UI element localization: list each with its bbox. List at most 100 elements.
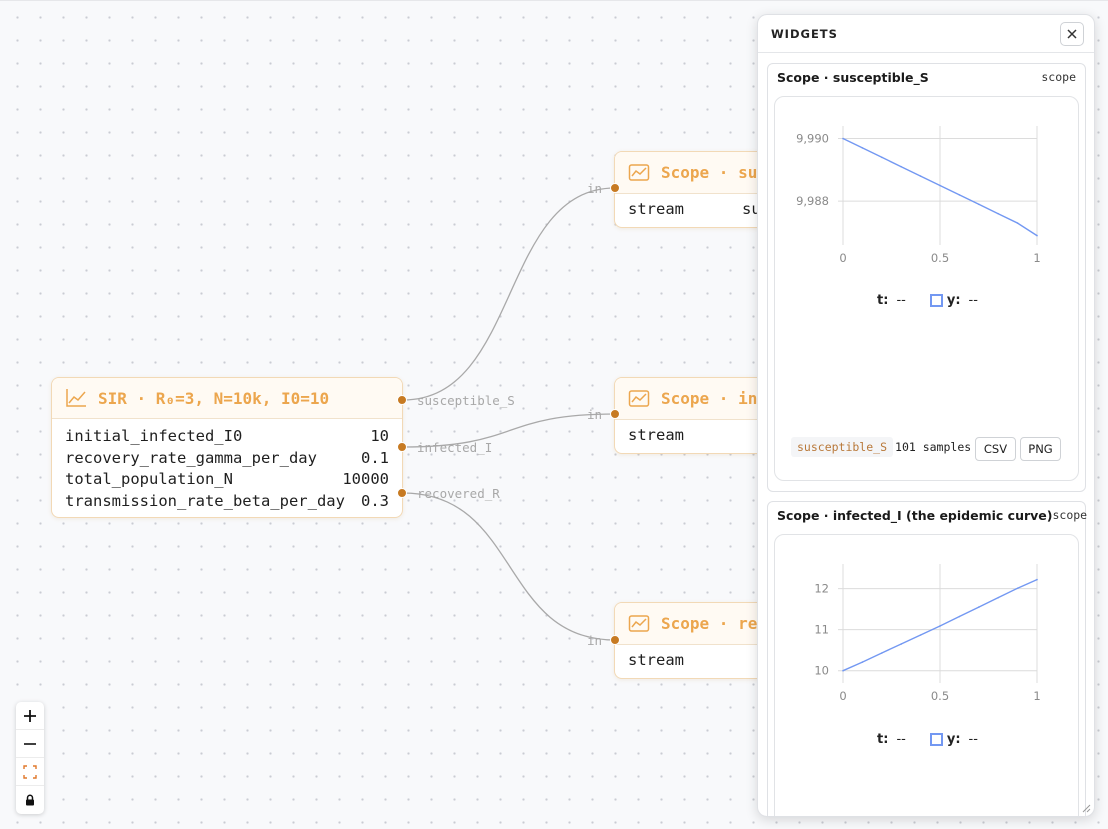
widgets-panel: WIDGETS Scope · susceptible_S scope 0 0.5… bbox=[757, 14, 1095, 817]
data-point bbox=[861, 147, 864, 149]
data-point bbox=[997, 212, 999, 215]
node-title: Scope · su bbox=[661, 163, 758, 182]
csv-button[interactable]: CSV bbox=[975, 437, 1016, 461]
data-point bbox=[881, 156, 883, 159]
zoom-out-button[interactable] bbox=[16, 730, 44, 758]
output-port-infected[interactable] bbox=[397, 442, 407, 452]
data-point bbox=[900, 165, 902, 168]
stream-key: stream bbox=[628, 651, 684, 669]
param-value: 10 bbox=[370, 427, 389, 445]
y-label: y: bbox=[946, 293, 961, 308]
plus-icon bbox=[24, 709, 36, 722]
y-tick-label: 9,988 bbox=[796, 194, 829, 208]
widget-kind: scope bbox=[1052, 508, 1088, 522]
input-port[interactable] bbox=[610, 409, 620, 419]
data-point bbox=[1016, 587, 1019, 590]
param-value: 0.3 bbox=[361, 492, 389, 511]
output-port-label: infected_I bbox=[417, 440, 493, 455]
series-swatch[interactable] bbox=[929, 294, 943, 307]
x-tick-label: 0 bbox=[839, 251, 846, 265]
close-button[interactable] bbox=[1060, 21, 1084, 46]
param-name: transmission_rate_beta_per_day bbox=[65, 492, 345, 511]
y-tick-label: 10 bbox=[814, 664, 829, 678]
series-info: susceptible_S 101 samples bbox=[791, 437, 971, 457]
node-header[interactable]: SIR · R₀=3, N=10k, I0=10 bbox=[52, 378, 402, 419]
param-row[interactable]: initial_infected_I0 10 bbox=[65, 426, 389, 448]
data-point bbox=[861, 661, 864, 663]
series-swatch[interactable] bbox=[929, 733, 943, 746]
data-point bbox=[939, 625, 941, 627]
param-name: recovery_rate_gamma_per_day bbox=[65, 448, 317, 467]
fit-view-button[interactable] bbox=[16, 758, 44, 786]
data-point bbox=[919, 634, 922, 636]
input-port-label: in bbox=[587, 633, 603, 648]
edge-susceptible[interactable] bbox=[402, 187, 616, 401]
widget-header: Scope · susceptible_S scope bbox=[768, 64, 1085, 90]
data-point bbox=[842, 137, 844, 140]
line-chart[interactable]: 0 0.5 1 9,990 9,988 bbox=[775, 97, 1078, 272]
output-port-label: recovered_R bbox=[417, 486, 500, 501]
canvas-controls bbox=[16, 702, 44, 814]
edge-recovered[interactable] bbox=[402, 492, 616, 641]
input-port-label: in bbox=[587, 181, 603, 196]
zoom-in-button[interactable] bbox=[16, 702, 44, 730]
node-title: Scope · re bbox=[661, 614, 758, 633]
panel-title: WIDGETS bbox=[771, 26, 838, 41]
widget-title: Scope · infected_I (the epidemic curve) bbox=[777, 507, 1053, 523]
chart-card: 0 0.5 1 12 11 10 t: -- y: -- bbox=[774, 534, 1080, 816]
node-title: SIR · R₀=3, N=10k, I0=10 bbox=[98, 388, 330, 408]
x-tick-label: 0.5 bbox=[931, 689, 949, 703]
data-point bbox=[1016, 222, 1019, 224]
param-value: 10000 bbox=[342, 470, 389, 489]
param-name: initial_infected_I0 bbox=[65, 427, 243, 445]
x-tick-label: 1 bbox=[1033, 251, 1040, 265]
png-button[interactable]: PNG bbox=[1020, 437, 1061, 461]
cursor-readout: t: -- y: -- bbox=[775, 293, 1080, 308]
param-value: 0.1 bbox=[361, 448, 389, 467]
data-point bbox=[978, 606, 980, 608]
data-point bbox=[842, 669, 844, 672]
widget-kind: scope bbox=[1041, 70, 1076, 84]
output-port-recovered[interactable] bbox=[397, 488, 407, 498]
param-name: total_population_N bbox=[65, 470, 233, 489]
series-chip: susceptible_S bbox=[791, 437, 894, 457]
param-row[interactable]: total_population_N 10000 bbox=[65, 469, 389, 491]
input-port-label: in bbox=[587, 407, 603, 422]
param-row[interactable]: transmission_rate_beta_per_day 0.3 bbox=[65, 491, 389, 513]
stream-key: stream bbox=[628, 426, 684, 444]
sample-count: 101 samples bbox=[895, 440, 972, 454]
input-port[interactable] bbox=[610, 183, 620, 193]
chart-card: 0 0.5 1 9,990 9,988 t: -- y: -- susceptible_… bbox=[774, 96, 1079, 481]
t-value: -- bbox=[896, 732, 906, 747]
stream-key: stream bbox=[628, 200, 684, 218]
scope-widget-infected: Scope · infected_I (the epidemic curve) … bbox=[767, 501, 1088, 816]
data-point bbox=[978, 203, 980, 206]
chart-line-icon bbox=[66, 389, 86, 407]
data-point bbox=[958, 194, 961, 196]
scope-icon bbox=[628, 389, 650, 407]
data-point bbox=[997, 596, 999, 599]
y-tick-label: 12 bbox=[814, 582, 829, 596]
input-port[interactable] bbox=[610, 635, 620, 645]
x-tick-label: 0 bbox=[839, 689, 846, 703]
x-tick-label: 0.5 bbox=[931, 251, 949, 265]
data-point bbox=[1036, 234, 1038, 237]
resize-handle-icon[interactable] bbox=[1081, 803, 1091, 813]
t-label: t: bbox=[877, 732, 889, 747]
sir-model-node[interactable]: SIR · R₀=3, N=10k, I0=10 initial_infecte… bbox=[51, 377, 403, 518]
scope-icon bbox=[628, 163, 650, 181]
data-point bbox=[939, 184, 941, 187]
scope-icon bbox=[628, 614, 650, 632]
param-row[interactable]: recovery_rate_gamma_per_day 0.1 bbox=[65, 448, 389, 470]
output-port-susceptible[interactable] bbox=[397, 395, 407, 405]
data-point bbox=[1036, 578, 1038, 581]
param-list: initial_infected_I0 10 recovery_rate_gam… bbox=[52, 419, 402, 519]
lock-button[interactable] bbox=[16, 786, 44, 814]
line-chart[interactable]: 0 0.5 1 12 11 10 bbox=[775, 535, 1078, 710]
data-point bbox=[900, 643, 902, 645]
y-value: -- bbox=[968, 732, 978, 747]
cursor-readout: t: -- y: -- bbox=[775, 732, 1080, 747]
data-point bbox=[958, 615, 961, 618]
data-point bbox=[881, 652, 883, 654]
output-port-label: susceptible_S bbox=[417, 393, 515, 408]
